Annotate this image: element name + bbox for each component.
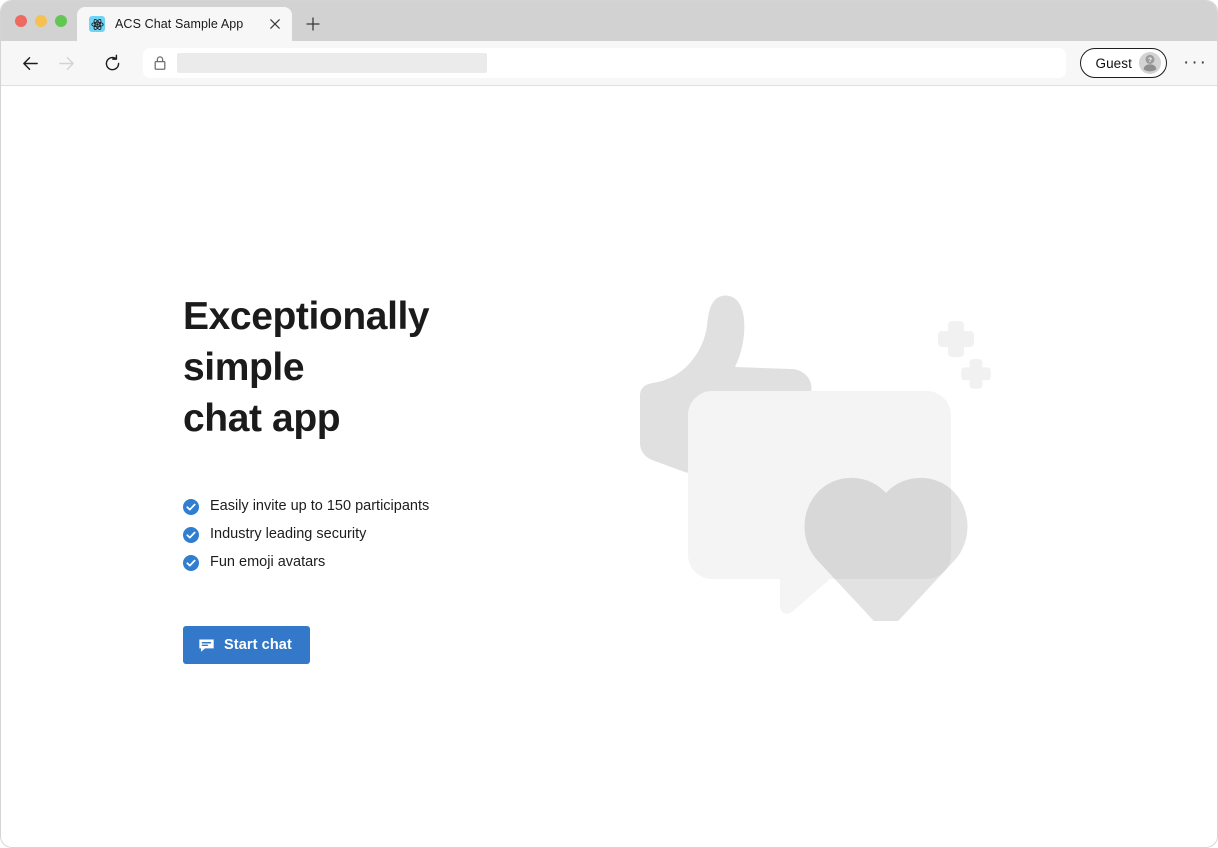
window-close-button[interactable] [15,15,27,27]
browser-menu-label: ··· [1183,52,1208,73]
check-circle-icon [183,498,199,515]
close-icon[interactable] [266,15,284,33]
sparkle-plus-icon [961,359,991,389]
start-chat-label: Start chat [224,637,292,653]
page-content: Exceptionally simple chat app Easily inv… [1,86,1217,847]
heart-icon [804,477,968,634]
page-title: Exceptionally simple chat app [183,291,543,444]
url-input[interactable] [177,53,487,73]
reload-icon[interactable] [97,48,127,78]
feature-label: Industry leading security [210,526,367,542]
feature-list: Easily invite up to 150 participants Ind… [183,496,613,573]
guest-avatar-icon: ? [1139,52,1161,74]
window-controls [11,1,77,41]
window-minimize-button[interactable] [35,15,47,27]
list-item: Easily invite up to 150 participants [183,496,613,517]
address-bar[interactable] [143,48,1067,78]
browser-tab[interactable]: ACS Chat Sample App [77,7,292,41]
browser-window: ACS Chat Sample App Guest ? ··· Exceptio… [0,0,1218,848]
list-item: Fun emoji avatars [183,552,613,573]
profile-button[interactable]: Guest ? [1080,48,1167,78]
window-maximize-button[interactable] [55,15,67,27]
browser-menu-button[interactable]: ··· [1179,49,1207,77]
feature-label: Easily invite up to 150 participants [210,498,430,514]
hero-illustration [601,281,1031,679]
sparkle-plus-icon [938,321,974,357]
check-circle-icon [183,554,199,571]
react-logo-icon [89,16,105,32]
new-tab-button[interactable] [296,7,330,41]
hero-section: Exceptionally simple chat app Easily inv… [183,291,613,664]
check-circle-icon [183,526,199,543]
padlock-icon [153,55,167,71]
page-title-line-2: chat app [183,397,341,440]
forward-arrow-icon [51,48,81,78]
svg-text:?: ? [1148,57,1152,64]
tab-title: ACS Chat Sample App [115,17,244,31]
feature-label: Fun emoji avatars [210,554,326,570]
start-chat-button[interactable]: Start chat [183,626,310,664]
page-title-line-1: Exceptionally simple [183,295,430,389]
chat-bubble-icon [199,638,214,652]
back-arrow-icon[interactable] [15,48,45,78]
profile-label: Guest [1095,55,1132,71]
browser-toolbar: Guest ? ··· [1,41,1217,86]
tab-strip: ACS Chat Sample App [1,1,1217,41]
list-item: Industry leading security [183,524,613,545]
